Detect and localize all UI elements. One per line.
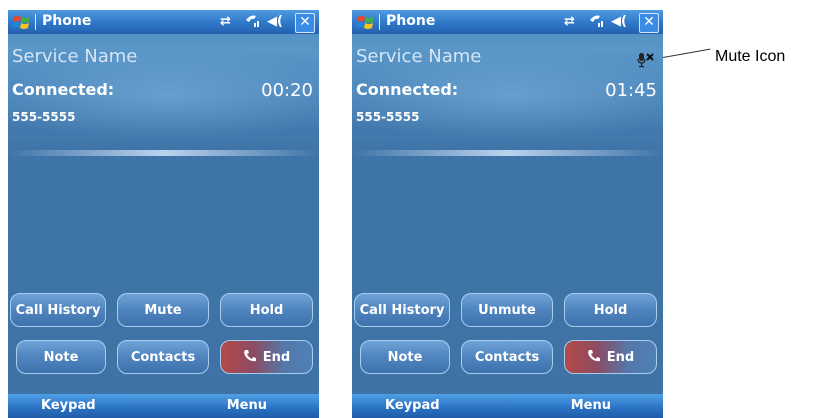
softkey-bar: Keypad Menu [352, 394, 663, 418]
close-icon[interactable]: ✕ [639, 13, 659, 33]
call-history-button[interactable]: Call History [10, 293, 106, 327]
note-button[interactable]: Note [360, 340, 450, 374]
title-separator [35, 14, 36, 30]
signal-icon[interactable] [587, 14, 605, 30]
end-label: End [606, 350, 635, 365]
divider-glow [352, 150, 663, 156]
contacts-button[interactable]: Contacts [461, 340, 553, 374]
softkey-menu[interactable]: Menu [227, 398, 267, 413]
hold-button[interactable]: Hold [564, 293, 657, 327]
divider-glow [8, 150, 319, 156]
softkey-menu[interactable]: Menu [571, 398, 611, 413]
call-status: Connected: [12, 80, 115, 99]
title-bar: Phone ⇄ ◀︎( ✕ [352, 10, 663, 34]
speaker-icon[interactable]: ◀︎( [611, 14, 629, 30]
title-text: Phone [42, 13, 92, 29]
phone-icon [243, 350, 256, 362]
end-label: End [262, 350, 291, 365]
contacts-button[interactable]: Contacts [117, 340, 209, 374]
service-name: Service Name [356, 46, 482, 67]
title-bar: Phone ⇄ ◀︎( ✕ [8, 10, 319, 34]
call-timer: 01:45 [605, 80, 657, 101]
call-status: Connected: [356, 80, 459, 99]
signal-icon[interactable] [243, 14, 261, 30]
softkey-keypad[interactable]: Keypad [41, 398, 96, 413]
mute-icon-callout: Mute Icon [715, 48, 786, 65]
note-button[interactable]: Note [16, 340, 106, 374]
title-text: Phone [386, 13, 436, 29]
phone-icon [587, 350, 600, 362]
title-separator [379, 14, 380, 30]
call-history-button[interactable]: Call History [354, 293, 450, 327]
service-name: Service Name [12, 46, 138, 67]
connectivity-icon[interactable]: ⇄ [564, 14, 582, 30]
softkey-bar: Keypad Menu [8, 394, 319, 418]
callout-leader-line [662, 48, 711, 58]
unmute-button[interactable]: Unmute [461, 293, 553, 327]
connectivity-icon[interactable]: ⇄ [220, 14, 238, 30]
end-call-button[interactable]: End [564, 340, 657, 374]
hold-button[interactable]: Hold [220, 293, 313, 327]
call-timer: 00:20 [261, 80, 313, 101]
windows-flag-icon[interactable] [12, 14, 32, 30]
phone-screen-right: Phone ⇄ ◀︎( ✕ Service Name Connected: 01… [352, 10, 663, 418]
windows-flag-icon[interactable] [356, 14, 376, 30]
phone-number: 555-5555 [12, 110, 76, 124]
phone-number: 555-5555 [356, 110, 420, 124]
microphone-muted-icon [637, 53, 654, 68]
softkey-keypad[interactable]: Keypad [385, 398, 440, 413]
end-call-button[interactable]: End [220, 340, 313, 374]
close-icon[interactable]: ✕ [295, 13, 315, 33]
speaker-icon[interactable]: ◀︎( [267, 14, 285, 30]
phone-screen-left: Phone ⇄ ◀︎( ✕ Service Name Connected: 00… [8, 10, 319, 418]
mute-button[interactable]: Mute [117, 293, 209, 327]
